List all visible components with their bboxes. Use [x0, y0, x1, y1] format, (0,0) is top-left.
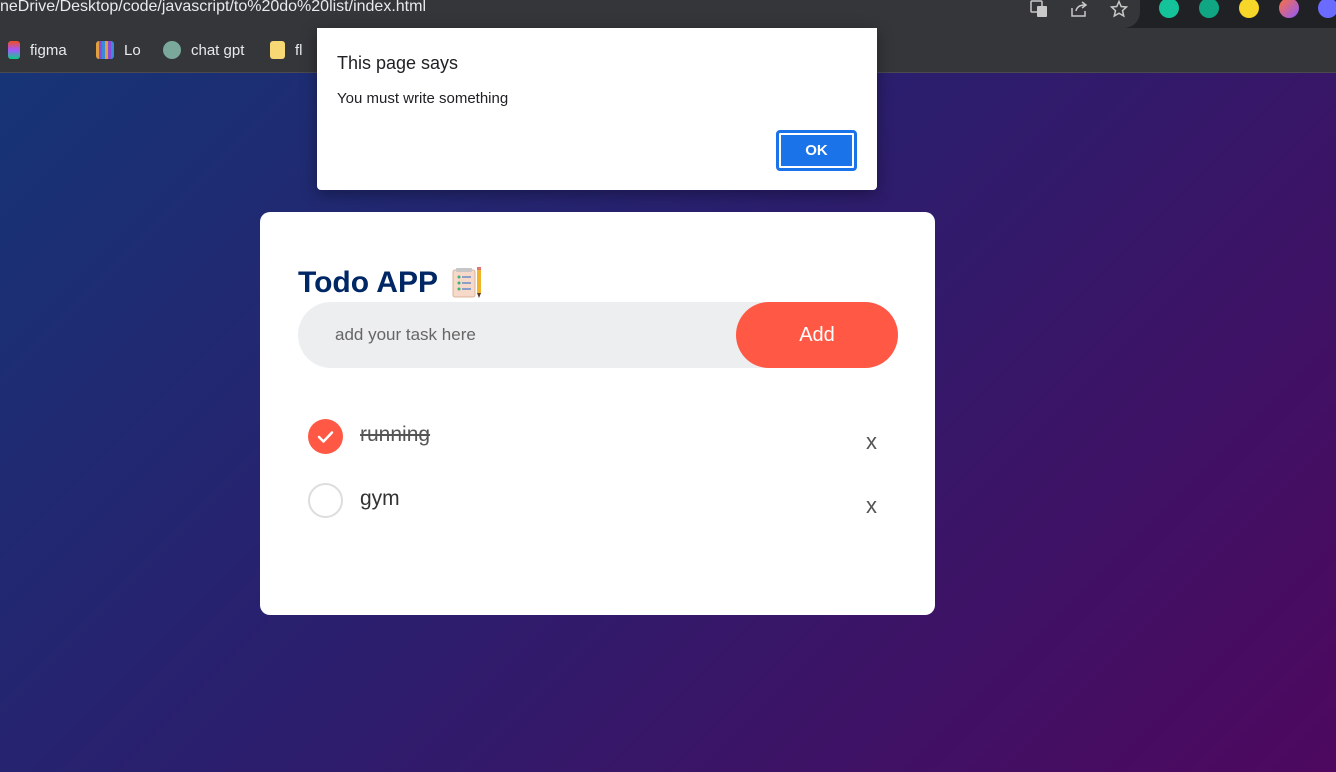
share-icon[interactable]	[1068, 0, 1090, 18]
bookmark-label: figma	[30, 41, 67, 59]
notepad-icon	[450, 266, 484, 300]
bookmark-chatgpt[interactable]: chat gpt	[163, 40, 244, 60]
address-bar[interactable]: neDrive/Desktop/code/javascript/to%20do%…	[0, 0, 1140, 28]
task-item[interactable]: gym x	[308, 483, 888, 519]
task-input-row: add your task here Add	[298, 302, 898, 368]
bookmark-figma[interactable]: figma	[8, 40, 67, 60]
app-title: Todo APP	[298, 266, 484, 300]
chatgpt-icon	[163, 41, 181, 59]
task-input[interactable]: add your task here	[335, 302, 476, 368]
unchecked-circle-icon[interactable]	[308, 483, 343, 518]
sync-extension-icon[interactable]	[1159, 0, 1179, 18]
ok-button[interactable]: OK	[776, 130, 857, 171]
todo-card: Todo APP add your task here Add running …	[260, 212, 935, 615]
checked-icon[interactable]	[308, 419, 343, 454]
lightbulb-extension-icon[interactable]	[1239, 0, 1259, 18]
settings-extension-icon[interactable]	[1318, 0, 1336, 18]
bookmark-fl[interactable]: fl	[270, 40, 303, 60]
translate-icon[interactable]	[1028, 0, 1050, 18]
dialog-message: You must write something	[337, 90, 509, 107]
task-label: running	[360, 423, 431, 446]
bookmark-label: chat gpt	[191, 41, 245, 59]
firefox-relay-icon[interactable]	[1279, 0, 1299, 18]
delete-task-button[interactable]: x	[866, 429, 877, 455]
app-title-text: Todo APP	[298, 266, 438, 299]
bookmark-label: Lo	[124, 41, 141, 59]
alert-dialog: This page says You must write something …	[317, 28, 877, 190]
add-button[interactable]: Add	[736, 302, 898, 368]
library-icon	[96, 41, 114, 59]
task-label: gym	[360, 487, 400, 510]
bookmark-label: fl	[295, 41, 303, 59]
folder-icon	[270, 41, 285, 59]
address-bar-url: neDrive/Desktop/code/javascript/to%20do%…	[0, 0, 426, 15]
dialog-title: This page says	[337, 53, 459, 73]
grammarly-icon[interactable]	[1199, 0, 1219, 18]
bookmark-lo[interactable]: Lo	[96, 40, 141, 60]
figma-icon	[8, 41, 20, 59]
browser-toolbar: neDrive/Desktop/code/javascript/to%20do%…	[0, 0, 1336, 28]
delete-task-button[interactable]: x	[866, 493, 877, 519]
task-item[interactable]: running x	[308, 419, 888, 455]
star-icon[interactable]	[1108, 0, 1130, 18]
